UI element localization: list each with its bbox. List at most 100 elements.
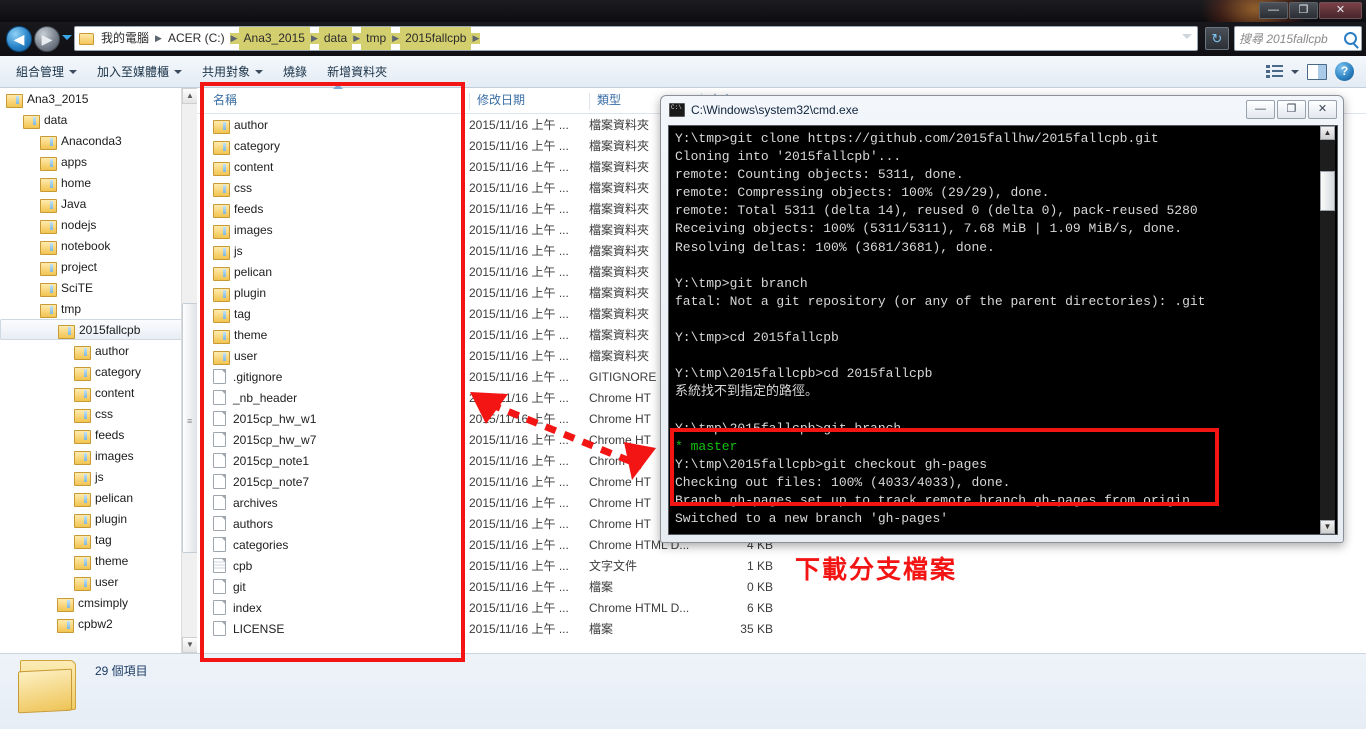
cell-date: 2015/11/16 上午 ...: [469, 412, 569, 426]
tree-item-2015fallcpb[interactable]: 2015fallcpb: [0, 319, 197, 340]
tree-item-plugin[interactable]: plugin: [0, 508, 197, 529]
tree-item-cmsimply[interactable]: cmsimply: [0, 592, 197, 613]
tree-item-Ana3_2015[interactable]: Ana3_2015: [0, 88, 197, 109]
toolbar-item-組合管理[interactable]: 組合管理: [6, 59, 87, 84]
tree-item-author[interactable]: author: [0, 340, 197, 361]
tree-item-Anaconda3[interactable]: Anaconda3: [0, 130, 197, 151]
refresh-icon[interactable]: ↻: [1205, 27, 1229, 50]
file-icon: [213, 516, 226, 531]
preview-pane-icon[interactable]: [1307, 63, 1327, 80]
tree-item-user[interactable]: user: [0, 571, 197, 592]
cmd-window[interactable]: C:\Windows\system32\cmd.exe — ❐ ✕ Y:\tmp…: [660, 95, 1344, 543]
cell-name: categories: [197, 537, 469, 552]
cell-name: 2015cp_note7: [197, 474, 469, 489]
cell-name: author: [197, 118, 469, 134]
table-row[interactable]: index 2015/11/16 上午 ... Chrome HTML D... 6 …: [197, 597, 1366, 618]
cell-date: 2015/11/16 上午 ...: [469, 118, 569, 132]
breadcrumb-item[interactable]: data: [318, 27, 353, 50]
cell-date: 2015/11/16 上午 ...: [469, 286, 569, 300]
tree-item-content[interactable]: content: [0, 382, 197, 403]
chevron-down-icon[interactable]: [1291, 69, 1299, 74]
tree-item-tmp[interactable]: tmp: [0, 298, 197, 319]
cell-name: category: [197, 139, 469, 155]
scroll-thumb[interactable]: [182, 303, 197, 553]
maximize-button[interactable]: ❐: [1289, 2, 1318, 19]
console-scroll-thumb[interactable]: [1320, 171, 1335, 211]
toolbar-item-燒錄[interactable]: 燒錄: [273, 59, 317, 84]
toolbar-item-label: 燒錄: [283, 65, 308, 79]
table-row[interactable]: cpb 2015/11/16 上午 ... 文字文件 1 KB: [197, 555, 1366, 576]
minimize-button[interactable]: —: [1259, 2, 1288, 19]
address-dropdown-icon[interactable]: [1182, 34, 1192, 39]
folder-icon: [74, 407, 91, 423]
folder-icon: [213, 265, 230, 281]
cell-date: 2015/11/16 上午 ...: [469, 370, 569, 384]
folder-icon: [74, 428, 91, 444]
folder-icon: [74, 512, 91, 528]
tree-item-home[interactable]: home: [0, 172, 197, 193]
column-header-name[interactable]: 名稱: [197, 84, 469, 113]
breadcrumb-item[interactable]: 2015fallcpb: [400, 27, 472, 50]
tree-item-images[interactable]: images: [0, 445, 197, 466]
cmd-close-button[interactable]: ✕: [1308, 100, 1337, 119]
breadcrumb-item[interactable]: tmp: [361, 27, 392, 50]
back-button[interactable]: ◀: [6, 26, 32, 52]
tree-item-theme[interactable]: theme: [0, 550, 197, 571]
toolbar-item-label: 組合管理: [16, 65, 65, 79]
list-view-icon[interactable]: [1266, 64, 1283, 79]
file-name-label: categories: [233, 537, 289, 552]
folder-icon: [74, 491, 91, 507]
scroll-down-button[interactable]: ▼: [182, 637, 197, 653]
cell-date: 2015/11/16 上午 ...: [469, 307, 569, 321]
tree-item-js[interactable]: js: [0, 466, 197, 487]
file-name-label: plugin: [234, 285, 267, 300]
tree-item-pelican[interactable]: pelican: [0, 487, 197, 508]
breadcrumb-bar[interactable]: 我的電腦 ▶ ACER (C:) ▶ Ana3_2015 ▶ data ▶ tmp ▶ 2015fa…: [74, 26, 1198, 51]
console-output[interactable]: Y:\tmp>git clone https://github.com/2015…: [668, 125, 1338, 535]
tree-item-cpbw2[interactable]: cpbw2: [0, 613, 197, 634]
console-scrollbar[interactable]: ▲ ▼: [1320, 126, 1335, 534]
tree-item-tag[interactable]: tag: [0, 529, 197, 550]
table-row[interactable]: LICENSE 2015/11/16 上午 ... 檔案 35 KB: [197, 618, 1366, 639]
toolbar-item-新增資料夾[interactable]: 新增資料夾: [317, 59, 397, 84]
file-icon: [213, 369, 226, 384]
cell-date: 2015/11/16 上午 ...: [469, 328, 569, 342]
breadcrumb-item[interactable]: ACER (C:): [163, 27, 230, 50]
help-icon[interactable]: ?: [1335, 62, 1354, 81]
tree-item-label: user: [95, 574, 119, 589]
close-button[interactable]: ✕: [1319, 2, 1362, 19]
cmd-maximize-button[interactable]: ❐: [1277, 100, 1306, 119]
tree-item-notebook[interactable]: notebook: [0, 235, 197, 256]
tree-item-apps[interactable]: apps: [0, 151, 197, 172]
breadcrumb-item[interactable]: 我的電腦: [96, 27, 154, 50]
table-row[interactable]: git 2015/11/16 上午 ... 檔案 0 KB: [197, 576, 1366, 597]
tree-item-nodejs[interactable]: nodejs: [0, 214, 197, 235]
tree-item-label: data: [44, 112, 68, 127]
scroll-up-button[interactable]: ▲: [182, 88, 197, 104]
toolbar-item-共用對象[interactable]: 共用對象: [192, 59, 273, 84]
tree-item-SciTE[interactable]: SciTE: [0, 277, 197, 298]
tree-item-label: apps: [61, 154, 88, 169]
nav-scrollbar[interactable]: ▲ ▼: [181, 88, 197, 653]
recent-pages-dropdown-icon[interactable]: [62, 35, 72, 40]
breadcrumb-separator: ▶: [471, 33, 481, 44]
tree-item-category[interactable]: category: [0, 361, 197, 382]
breadcrumb-item[interactable]: Ana3_2015: [238, 27, 310, 50]
folder-icon: [213, 223, 230, 239]
console-scroll-up-button[interactable]: ▲: [1320, 126, 1335, 140]
column-header-date[interactable]: 修改日期: [469, 91, 589, 113]
search-input[interactable]: 搜尋 2015fallcpb: [1239, 30, 1344, 47]
tree-item-Java[interactable]: Java: [0, 193, 197, 214]
cmd-minimize-button[interactable]: —: [1246, 100, 1275, 119]
console-scroll-down-button[interactable]: ▼: [1320, 520, 1335, 534]
search-box[interactable]: 搜尋 2015fallcpb: [1234, 26, 1362, 51]
toolbar-item-加入至媒體櫃[interactable]: 加入至媒體櫃: [87, 59, 192, 84]
tree-item-feeds[interactable]: feeds: [0, 424, 197, 445]
tree-item-css[interactable]: css: [0, 403, 197, 424]
folder-icon: [74, 386, 91, 402]
forward-button[interactable]: ▶: [34, 26, 60, 52]
tree-item-data[interactable]: data: [0, 109, 197, 130]
tree-item-label: tag: [95, 532, 112, 547]
cell-date: 2015/11/16 上午 ...: [469, 244, 569, 258]
tree-item-project[interactable]: project: [0, 256, 197, 277]
